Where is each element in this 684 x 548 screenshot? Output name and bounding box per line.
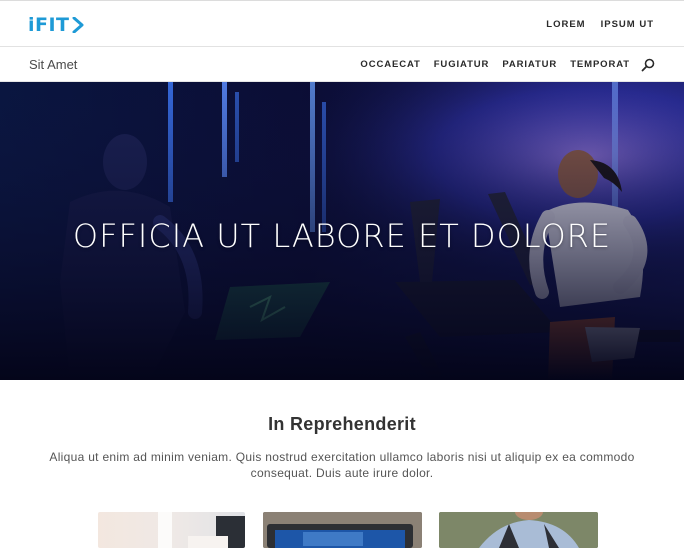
nav-temporat[interactable]: TEMPORAT: [570, 59, 630, 70]
search-icon[interactable]: [641, 58, 655, 72]
card-2-image: [263, 512, 422, 548]
feature-card-2[interactable]: [263, 512, 422, 548]
card-3-image: [439, 512, 598, 548]
nav-occaecat[interactable]: OCCAECAT: [360, 59, 420, 70]
feature-card-1[interactable]: [98, 512, 245, 548]
feature-card-3[interactable]: [439, 512, 598, 548]
secondary-nav: OCCAECAT FUGIATUR PARIATUR TEMPORAT: [360, 59, 630, 70]
top-nav: LOREM IPSUM UT: [546, 19, 654, 30]
top-nav-lorem[interactable]: LOREM: [546, 19, 585, 30]
top-header: iFIT LOREM IPSUM UT: [0, 0, 684, 47]
nav-fugiatur[interactable]: FUGIATUR: [434, 59, 490, 70]
hero-banner: OFFICIA UT LABORE ET DOLORE: [0, 82, 684, 380]
logo-text: iFIT: [28, 14, 70, 36]
intro-text: Aliqua ut enim ad minim veniam. Quis nos…: [49, 450, 635, 480]
secondary-header: Sit Amet OCCAECAT FUGIATUR PARIATUR TEMP…: [0, 47, 684, 82]
top-nav-ipsum-ut[interactable]: IPSUM UT: [601, 19, 654, 30]
hero-title: OFFICIA UT LABORE ET DOLORE: [72, 217, 612, 255]
nav-pariatur[interactable]: PARIATUR: [502, 59, 557, 70]
ifit-logo[interactable]: iFIT: [28, 15, 84, 35]
chevron-right-icon: [72, 17, 84, 33]
intro-title: In Reprehenderit: [268, 414, 416, 434]
section-title[interactable]: Sit Amet: [29, 57, 77, 72]
card-1-image: [158, 512, 245, 548]
